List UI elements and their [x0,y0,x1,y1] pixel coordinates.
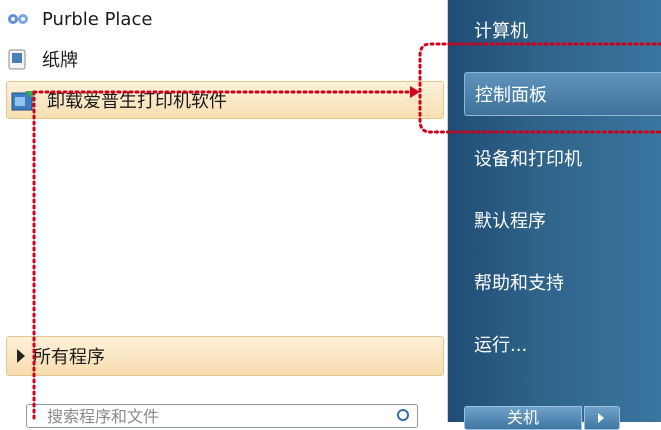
shutdown-label: 关机 [506,408,539,427]
menu-item-label: 控制面板 [475,85,547,106]
menu-item-label: 默认程序 [474,211,546,232]
all-programs-label: 所有程序 [33,347,105,368]
program-item-solitaire[interactable]: 纸牌 [6,41,78,77]
start-menu-right-panel: 计算机 控制面板 设备和打印机 默认程序 帮助和支持 运行... 关机 [448,0,661,430]
menu-item-help-support[interactable]: 帮助和支持 [464,260,661,304]
search-input[interactable]: 搜索程序和文件 [26,404,418,428]
menu-item-control-panel[interactable]: 控制面板 [464,72,661,116]
shutdown-options-button[interactable] [584,406,620,430]
shutdown-button[interactable]: 关机 [464,406,582,430]
program-label: 卸载爱普生打印机软件 [47,91,227,112]
triangle-right-icon [17,349,25,363]
menu-item-label: 运行... [474,335,528,356]
menu-item-label: 帮助和支持 [474,273,564,294]
menu-item-run[interactable]: 运行... [464,322,661,366]
menu-item-computer[interactable]: 计算机 [464,8,661,52]
program-label: Purble Place [42,8,153,30]
menu-item-label: 计算机 [474,21,528,42]
search-placeholder: 搜索程序和文件 [47,407,160,426]
program-label: 纸牌 [42,50,78,71]
menu-item-default-programs[interactable]: 默认程序 [464,198,661,242]
program-item-purble-place[interactable]: Purble Place [6,1,152,37]
uninstall-icon [11,89,35,111]
all-programs-button[interactable]: 所有程序 [6,336,444,376]
program-item-uninstall-epson[interactable]: 卸载爱普生打印机软件 [6,81,444,119]
menu-item-label: 设备和打印机 [474,149,582,170]
solitaire-icon [6,48,30,70]
menu-item-devices-printers[interactable]: 设备和打印机 [464,136,661,180]
purble-place-icon [6,8,30,30]
start-menu-left-panel: Purble Place 纸牌 卸载爱普生打印机软件 所有程序 搜索程序和文件 [0,0,448,428]
search-icon[interactable] [397,409,409,421]
